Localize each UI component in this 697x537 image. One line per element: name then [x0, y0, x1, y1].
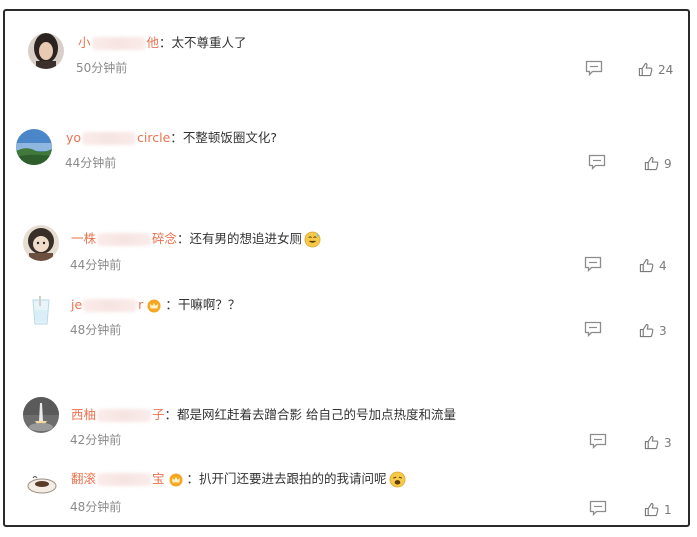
like-button[interactable]: 9	[644, 156, 672, 171]
user-avatar[interactable]	[23, 225, 59, 261]
comment-text: 不整顿饭圈文化?	[182, 130, 277, 145]
thumbs-up-icon	[644, 502, 659, 517]
comment-text: 干嘛啊？？	[177, 297, 241, 312]
reply-icon[interactable]	[588, 154, 606, 171]
colon: ：	[159, 35, 172, 50]
blurred-name	[83, 299, 138, 312]
comment-line: 西柚 子：都是网红赶着去蹭合影 给自己的号加点热度和流量	[71, 406, 456, 424]
comment-item: 西柚 子：都是网红赶着去蹭合影 给自己的号加点热度和流量 42分钟前 3	[5, 393, 688, 453]
timestamp: 48分钟前	[70, 323, 122, 337]
comment-line: 翻滚宝 ：扒开门还要进去跟拍的的我请问呢	[71, 470, 406, 488]
like-count: 3	[664, 436, 672, 450]
like-count: 3	[659, 324, 667, 338]
colon: ：	[177, 231, 190, 246]
like-button[interactable]: 3	[639, 323, 667, 338]
thumbs-up-icon	[644, 435, 659, 450]
crown-badge-icon	[169, 473, 183, 487]
like-count: 24	[658, 63, 674, 77]
user-avatar[interactable]	[23, 294, 59, 330]
thumbs-up-icon	[644, 156, 659, 171]
like-button[interactable]: 4	[639, 258, 667, 273]
comment-list: 小他：太不尊重人了 50分钟前 24 yo circle：不整顿饭圈文化? 44分…	[3, 9, 690, 527]
comment-line: yo circle：不整顿饭圈文化?	[66, 129, 277, 147]
timestamp: 42分钟前	[70, 433, 122, 447]
comment-text: 扒开门还要进去跟拍的的我请问呢	[199, 471, 387, 486]
comment-item: 一株 碎念：还有男的想追进女厕 44分钟前 4	[5, 218, 688, 278]
reply-icon[interactable]	[585, 60, 603, 77]
comment-text: 太不尊重人了	[171, 35, 247, 50]
comment-item: 小他：太不尊重人了 50分钟前 24	[5, 21, 688, 81]
username[interactable]: 翻滚宝	[71, 471, 165, 486]
user-avatar[interactable]	[23, 397, 59, 433]
reply-icon[interactable]	[589, 500, 607, 517]
comment-text: 都是网红赶着去蹭合影 给自己的号加点热度和流量	[177, 407, 457, 422]
timestamp: 44分钟前	[70, 258, 122, 272]
colon: ：	[164, 407, 178, 422]
blurred-name	[97, 409, 152, 422]
thumbs-up-icon	[639, 323, 654, 338]
blurred-name	[97, 473, 152, 486]
comment-item: yo circle：不整顿饭圈文化? 44分钟前 9	[5, 116, 688, 176]
reply-icon[interactable]	[584, 256, 602, 273]
like-count: 1	[664, 503, 672, 517]
comment-line: je r ：干嘛啊？？	[71, 296, 240, 314]
blurred-name	[82, 132, 137, 145]
like-button[interactable]: 3	[644, 435, 672, 450]
username[interactable]: 一株 碎念	[71, 231, 177, 246]
timestamp: 48分钟前	[70, 500, 122, 514]
user-avatar[interactable]	[16, 129, 52, 165]
comment-text: 还有男的想追进女厕	[189, 231, 303, 246]
timestamp: 44分钟前	[65, 156, 117, 170]
thumbs-up-icon	[638, 62, 653, 77]
colon: ：	[186, 471, 200, 486]
username[interactable]: yo circle	[66, 130, 170, 145]
sweat-smile-emoji	[304, 231, 321, 248]
comment-line: 一株 碎念：还有男的想追进女厕	[71, 230, 321, 248]
timestamp: 50分钟前	[76, 61, 128, 75]
colon: ：	[170, 130, 183, 145]
like-count: 4	[659, 259, 667, 273]
reply-icon[interactable]	[584, 321, 602, 338]
tired-face-emoji	[389, 471, 406, 488]
comment-line: 小他：太不尊重人了	[78, 34, 247, 52]
colon: ：	[165, 297, 178, 312]
blurred-name	[91, 37, 146, 50]
like-count: 9	[664, 157, 672, 171]
like-button[interactable]: 24	[638, 62, 673, 77]
username[interactable]: 西柚子	[71, 407, 165, 422]
user-avatar[interactable]	[24, 466, 60, 502]
username[interactable]: je r	[71, 297, 143, 312]
like-button[interactable]: 1	[644, 502, 672, 517]
comment-item: je r ：干嘛啊？？ 48分钟前 3	[5, 291, 688, 351]
comment-item: 翻滚宝 ：扒开门还要进去跟拍的的我请问呢 48分钟前 1	[5, 463, 688, 523]
thumbs-up-icon	[639, 258, 654, 273]
reply-icon[interactable]	[589, 433, 607, 450]
blurred-name	[97, 233, 152, 246]
crown-badge-icon	[147, 299, 161, 313]
username[interactable]: 小他	[78, 35, 159, 50]
user-avatar[interactable]	[28, 33, 64, 69]
